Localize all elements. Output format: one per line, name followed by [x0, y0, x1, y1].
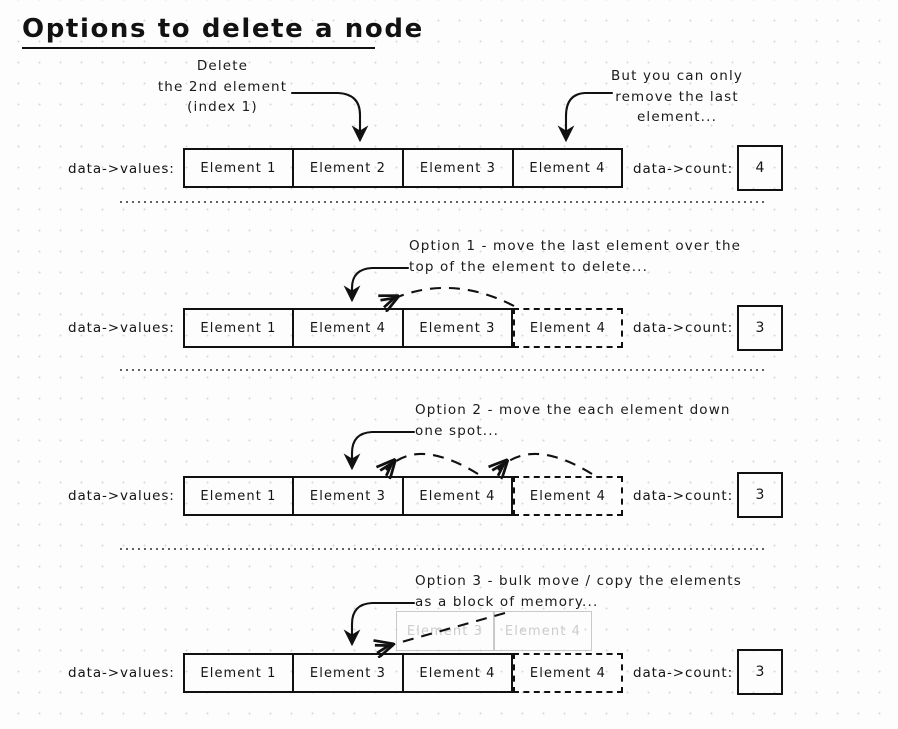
array-cell: Element 3 [293, 653, 403, 693]
array-cell: Element 3 [403, 148, 513, 188]
row-label-values-0: data->values: [68, 161, 175, 177]
array-row-option3: Element 1 Element 3 Element 4 Element 4 [183, 653, 623, 693]
array-cell: Element 1 [183, 653, 293, 693]
annotation-option3-line-2: as a block of memory... [415, 593, 599, 610]
row-label-count-2: data->count: [633, 488, 734, 504]
annotation-option1-line-1: Option 1 - move the last element over th… [409, 238, 742, 254]
array-cell: Element 3 [293, 476, 403, 516]
array-cell: Element 1 [183, 308, 293, 348]
row-label-count-0: data->count: [633, 161, 734, 177]
array-cell: Element 4 [513, 148, 623, 188]
annotation-remove-last-note: But you can only remove the last element… [592, 66, 762, 128]
array-row-initial: Element 1 Element 2 Element 3 Element 4 [183, 148, 623, 188]
row-label-values-3: data->values: [68, 665, 175, 681]
annotation-remove-last-line-3: element... [636, 109, 718, 125]
arrow-option2-pointer-icon [343, 430, 416, 471]
memory-block-ghost: Element 3 Element 4 [396, 611, 592, 651]
row-label-values-1: data->values: [68, 320, 175, 336]
annotation-option1-line-2: top of the element to delete... [409, 258, 649, 275]
annotation-option3-line-1: Option 3 - bulk move / copy the elements [415, 573, 742, 589]
array-cell: Element 1 [183, 476, 293, 516]
arc-option2-shift-b-icon [498, 452, 593, 474]
arrow-option1-pointer-icon [343, 266, 410, 303]
array-cell: Element 4 [403, 476, 513, 516]
array-cell-ghost: Element 4 [513, 476, 623, 516]
count-box-3: 3 [737, 649, 783, 695]
row-label-count-1: data->count: [633, 320, 734, 336]
array-cell-ghost: Element 4 [513, 308, 623, 348]
array-cell: Element 3 [403, 308, 513, 348]
annotation-option1: Option 1 - move the last element over th… [409, 236, 741, 277]
annotation-delete-line-3: (index 1) [187, 99, 258, 115]
annotation-option2-line-1: Option 2 - move the each element down [415, 402, 731, 418]
count-box-2: 3 [737, 472, 783, 518]
title-underline [22, 47, 375, 49]
annotation-option3: Option 3 - bulk move / copy the elements… [415, 571, 742, 612]
annotation-delete-line-1: Delete [196, 58, 249, 74]
page-title: Options to delete a node [22, 14, 424, 44]
array-cell: Element 2 [293, 148, 403, 188]
diagram-canvas: Options to delete a node Delete the 2nd … [0, 0, 898, 729]
arc-option1-move-last-icon [386, 286, 515, 306]
section-separator-1 [118, 201, 766, 203]
memory-block-cell: Element 3 [396, 611, 494, 651]
annotation-delete-line-2: the 2nd element [157, 78, 288, 95]
array-row-option1: Element 1 Element 4 Element 3 Element 4 [183, 308, 623, 348]
array-cell: Element 1 [183, 148, 293, 188]
section-separator-2 [118, 369, 766, 371]
annotation-delete-note: Delete the 2nd element (index 1) [130, 56, 315, 118]
arc-option2-shift-a-icon [386, 452, 479, 474]
row-label-values-2: data->values: [68, 488, 175, 504]
memory-block-cell: Element 4 [494, 611, 592, 651]
section-separator-3 [118, 548, 766, 550]
row-label-count-3: data->count: [633, 665, 734, 681]
count-box-0: 4 [737, 145, 783, 191]
array-cell: Element 4 [403, 653, 513, 693]
array-cell-ghost: Element 4 [513, 653, 623, 693]
annotation-remove-last-line-2: remove the last [615, 88, 739, 105]
array-row-option2: Element 1 Element 3 Element 4 Element 4 [183, 476, 623, 516]
annotation-option2: Option 2 - move the each element down on… [415, 400, 731, 441]
annotation-option2-line-2: one spot... [415, 422, 500, 439]
array-cell: Element 4 [293, 308, 403, 348]
count-box-1: 3 [737, 305, 783, 351]
annotation-remove-last-line-1: But you can only [611, 68, 743, 84]
